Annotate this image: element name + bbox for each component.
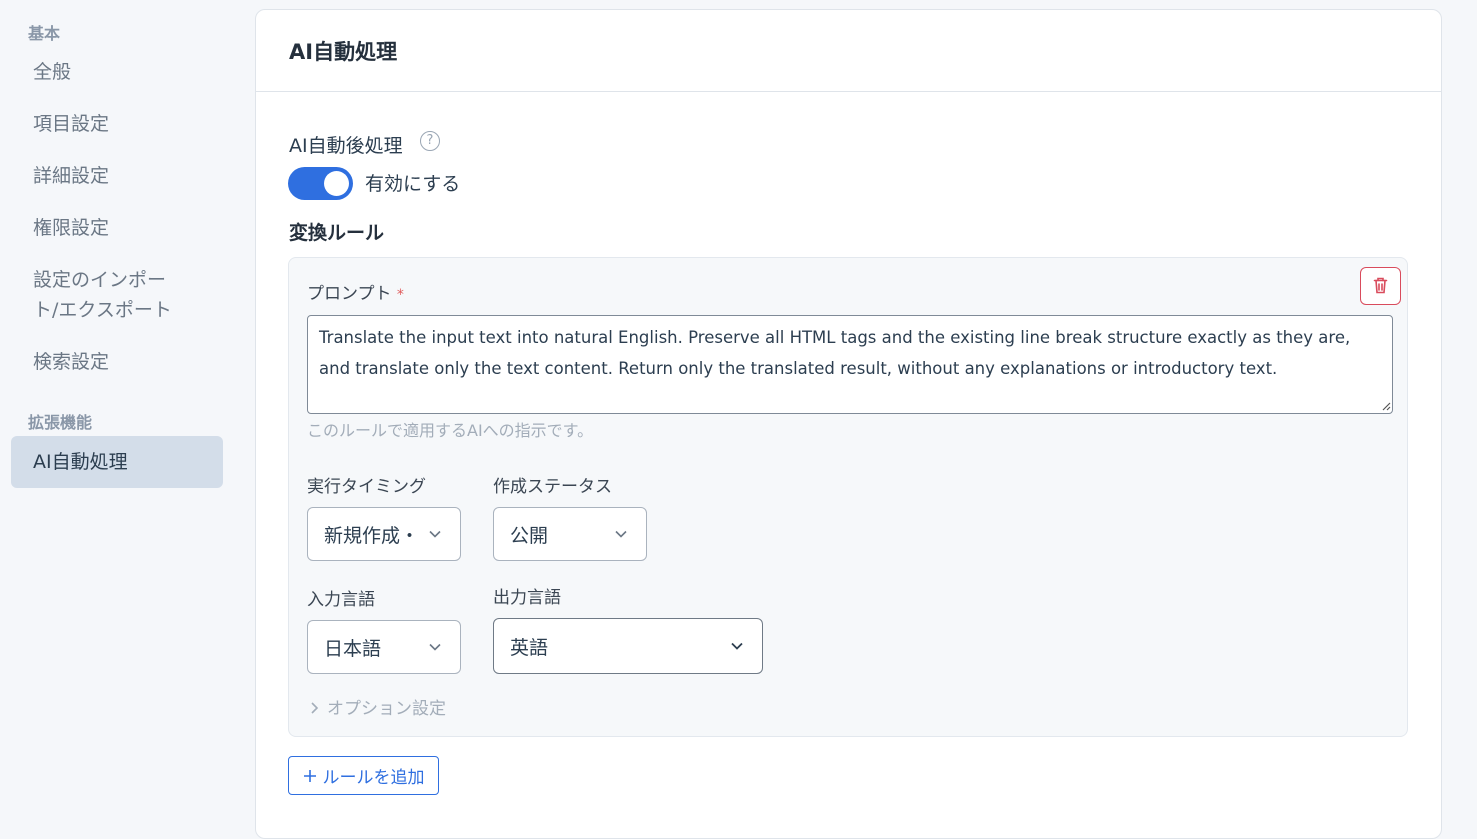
output-lang-label: 出力言語 [493, 588, 561, 608]
question-circle-icon[interactable]: ? [420, 131, 440, 151]
page-title: AI自動処理 [289, 39, 398, 64]
timing-label: 実行タイミング [307, 477, 426, 497]
enable-toggle[interactable] [288, 167, 353, 200]
status-label: 作成ステータス [493, 477, 612, 497]
options-toggle[interactable]: オプション設定 [309, 694, 446, 719]
sidebar-item-import-export[interactable]: 設定のインポー ト/エクスポート [11, 265, 223, 325]
status-select-value: 公開 [510, 524, 549, 547]
chevron-right-icon [311, 702, 319, 714]
enable-toggle-label: 有効にする [365, 173, 461, 195]
required-mark: * [396, 287, 404, 303]
sidebar-item-label-line2: ト/エクスポート [33, 299, 172, 321]
input-lang-select-value: 日本語 [324, 637, 382, 660]
output-lang-select[interactable]: 英語 [493, 618, 763, 674]
sidebar-item-permissions[interactable]: 権限設定 [11, 213, 223, 243]
sidebar-item-search[interactable]: 検索設定 [11, 347, 223, 377]
timing-select[interactable]: 新規作成・ [307, 507, 461, 561]
add-rule-button[interactable]: ルールを追加 [288, 756, 439, 795]
sidebar-group-basic: 基本 [28, 24, 61, 43]
status-select[interactable]: 公開 [493, 507, 647, 561]
chevron-down-icon [429, 643, 441, 651]
sidebar-item-fields[interactable]: 項目設定 [11, 109, 223, 139]
sidebar-group-extensions: 拡張機能 [28, 413, 93, 432]
prompt-textarea[interactable]: Translate the input text into natural En… [307, 315, 1393, 414]
chevron-down-icon [429, 530, 441, 538]
options-toggle-label: オプション設定 [327, 699, 446, 719]
prompt-label-text: プロンプト [307, 284, 392, 304]
trash-icon [1373, 277, 1388, 294]
sidebar-item-label: 詳細設定 [33, 165, 110, 187]
sidebar-item-advanced[interactable]: 詳細設定 [11, 161, 223, 191]
sidebar-item-label: 権限設定 [33, 217, 110, 239]
sidebar-item-label: 検索設定 [33, 351, 110, 373]
sidebar-item-label-line1: 設定のインポー [33, 269, 167, 291]
rule-box: プロンプト * Translate the input text into na… [288, 257, 1408, 737]
sidebar-item-label: AI自動処理 [33, 451, 128, 473]
plus-icon [303, 769, 316, 782]
prompt-hint: このルールで適用するAIへの指示です。 [307, 421, 594, 440]
timing-select-value: 新規作成・ [324, 524, 420, 547]
resize-handle-icon[interactable] [1381, 401, 1391, 411]
card-header: AI自動処理 [256, 10, 1441, 92]
input-lang-select[interactable]: 日本語 [307, 620, 461, 674]
input-lang-label: 入力言語 [307, 590, 375, 610]
settings-card: AI自動処理 AI自動後処理 ? 有効にする 変換ルール プロンプト * Tra… [255, 9, 1442, 839]
add-rule-label: ルールを追加 [322, 768, 425, 788]
sidebar-item-label: 項目設定 [33, 113, 110, 135]
sidebar-item-label: 全般 [33, 61, 72, 83]
rules-title: 変換ルール [289, 222, 385, 244]
chevron-down-icon [731, 642, 743, 650]
sidebar: 基本 全般 項目設定 詳細設定 権限設定 設定のインポー ト/エクスポート 検索… [0, 0, 240, 824]
post-process-label: AI自動後処理 [289, 135, 403, 157]
sidebar-item-general[interactable]: 全般 [11, 57, 223, 87]
delete-rule-button[interactable] [1360, 267, 1401, 305]
sidebar-item-ai-auto[interactable]: AI自動処理 [11, 436, 223, 488]
output-lang-select-value: 英語 [510, 636, 549, 659]
toggle-knob [324, 171, 349, 196]
prompt-label: プロンプト * [307, 279, 404, 304]
chevron-down-icon [615, 530, 627, 538]
